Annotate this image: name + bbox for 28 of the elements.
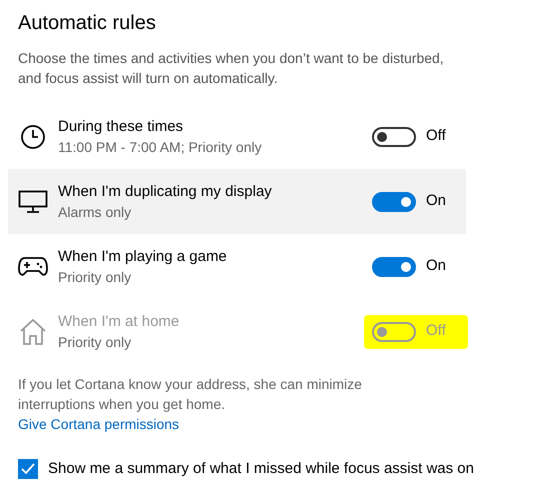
rule-subtitle: Alarms only xyxy=(58,202,132,222)
rule-title: When I'm duplicating my display xyxy=(58,182,273,202)
rule-row[interactable]: When I'm duplicating my display Alarms only On xyxy=(8,169,466,234)
checkbox[interactable] xyxy=(18,459,38,479)
rule-subtitle: Priority only xyxy=(58,268,132,286)
rule-title: When I'm at home xyxy=(58,312,180,332)
house-icon xyxy=(19,318,47,346)
gamepad-icon xyxy=(18,256,48,278)
rule-row[interactable]: When I'm playing a game Priority only On xyxy=(8,234,466,299)
toggle-state-label: On xyxy=(426,191,446,212)
rule-title: During these times xyxy=(58,116,184,136)
clock-icon xyxy=(20,124,46,150)
toggle-state-label: On xyxy=(426,256,446,276)
toggle-switch[interactable] xyxy=(372,192,416,212)
toggle-switch[interactable] xyxy=(372,126,416,146)
rule-subtitle: 11:00 PM - 7:00 AM; Priority only xyxy=(58,138,263,156)
cortana-note: If you let Cortana know your address, she can minimize interruptions when you get home. xyxy=(17,375,363,414)
rule-row[interactable]: During these times 11:00 PM - 7:00 AM; Priority only Off xyxy=(8,104,466,169)
cortana-permissions-link[interactable]: Give Cortana permissions xyxy=(18,414,180,434)
toggle-switch[interactable] xyxy=(372,256,416,276)
section-description: Choose the times and activities when you don’t want to be disturbed, and focus assist will turn on automatically. xyxy=(17,49,445,88)
toggle-state-label: Off xyxy=(426,126,446,146)
toggle-state-label: Off xyxy=(426,321,446,342)
rule-subtitle: Priority only xyxy=(58,332,132,352)
checkbox-label: Show me a summary of what I missed while focus assist was on xyxy=(48,459,474,479)
section-heading: Automatic rules xyxy=(17,11,157,36)
monitor-icon xyxy=(18,190,48,214)
rule-title: When I'm playing a game xyxy=(58,246,228,266)
